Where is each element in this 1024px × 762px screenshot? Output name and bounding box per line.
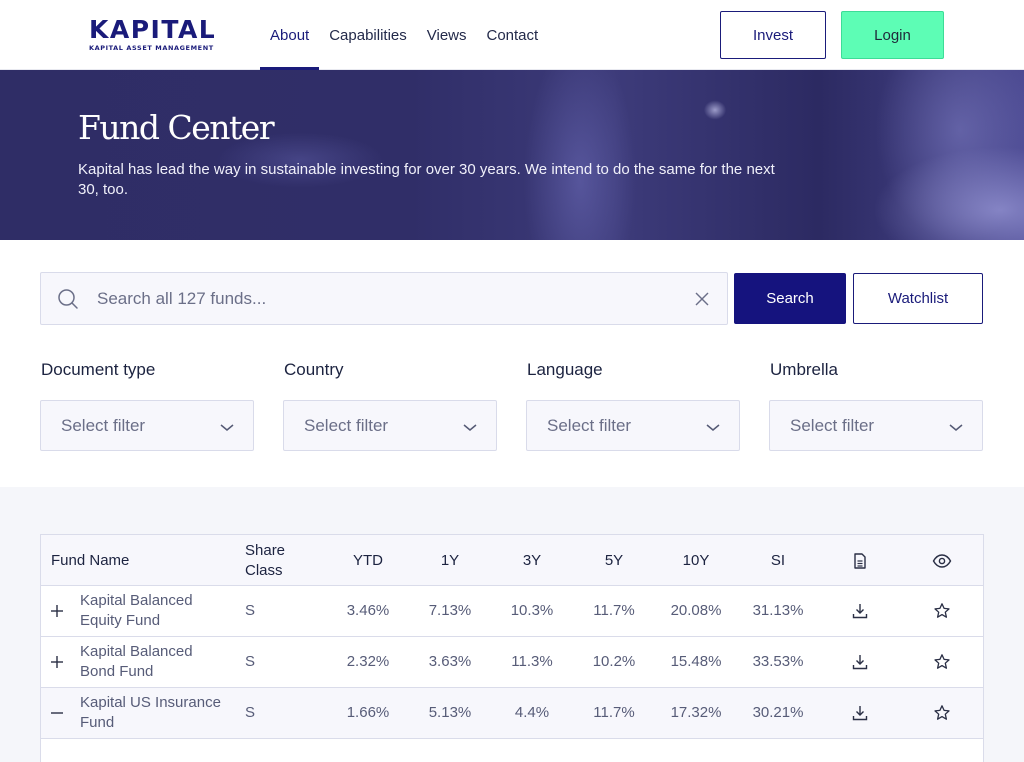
- 5y-value: 10.2%: [592, 653, 636, 670]
- country-select[interactable]: Select filter: [283, 400, 497, 451]
- fund-name[interactable]: Kapital US Insurance Fund: [80, 688, 235, 738]
- hero-banner: Fund Center Kapital has lead the way in …: [0, 70, 1024, 240]
- watchlist-button[interactable]: Watchlist: [853, 273, 983, 324]
- site-header: KAPITAL KAPITAL ASSET MANAGEMENT About C…: [0, 0, 1024, 70]
- table-header: Fund Name Share Class YTD 1Y 3Y 5Y 10Y S…: [41, 535, 983, 586]
- select-value: Select filter: [790, 416, 875, 435]
- star-icon[interactable]: [933, 602, 951, 620]
- share-class: S: [245, 602, 256, 619]
- search-button[interactable]: Search: [734, 273, 846, 324]
- column-header-3y[interactable]: 3Y: [491, 535, 573, 586]
- page-title: Fund Center: [78, 108, 275, 147]
- column-header-ytd[interactable]: YTD: [327, 535, 409, 586]
- document-icon: [854, 553, 866, 569]
- download-icon[interactable]: [851, 704, 869, 722]
- fund-name[interactable]: Kapital Balanced Equity Fund: [80, 586, 230, 636]
- column-header-share-class[interactable]: Share Class: [245, 535, 305, 586]
- umbrella-select[interactable]: Select filter: [769, 400, 983, 451]
- column-header-5y[interactable]: 5Y: [573, 535, 655, 586]
- share-class: S: [245, 653, 256, 670]
- search-icon: [58, 289, 78, 309]
- chevron-down-icon: [463, 424, 477, 431]
- 1y-value: 7.13%: [428, 602, 472, 619]
- si-value: 31.13%: [752, 602, 804, 619]
- chevron-down-icon: [706, 424, 720, 431]
- logo-wordmark: KAPITAL: [89, 15, 217, 44]
- select-value: Select filter: [304, 416, 389, 435]
- 10y-value: 15.48%: [670, 653, 722, 670]
- ytd-value: 1.66%: [346, 704, 390, 721]
- plus-icon[interactable]: [49, 654, 65, 670]
- plus-icon[interactable]: [49, 603, 65, 619]
- filter-label: Language: [527, 360, 603, 379]
- 3y-value: 4.4%: [514, 704, 550, 721]
- si-value: 30.21%: [752, 704, 804, 721]
- 5y-value: 11.7%: [593, 602, 635, 619]
- nav-item-contact[interactable]: Contact: [477, 0, 549, 70]
- eye-icon: [932, 554, 952, 568]
- table-row[interactable]: Kapital Balanced Bond Fund S 2.32% 3.63%…: [41, 637, 983, 688]
- logo-tagline: KAPITAL ASSET MANAGEMENT: [89, 44, 214, 52]
- document-type-select[interactable]: Select filter: [40, 400, 254, 451]
- star-icon[interactable]: [933, 704, 951, 722]
- chevron-down-icon: [949, 424, 963, 431]
- filter-label: Country: [284, 360, 344, 379]
- nav-item-capabilities[interactable]: Capabilities: [319, 0, 417, 70]
- nav-item-views[interactable]: Views: [417, 0, 477, 70]
- column-header-si[interactable]: SI: [737, 535, 819, 586]
- si-value: 33.53%: [752, 653, 804, 670]
- share-class: S: [245, 704, 256, 721]
- column-header-10y[interactable]: 10Y: [655, 535, 737, 586]
- select-value: Select filter: [61, 416, 146, 435]
- filter-label: Umbrella: [770, 360, 839, 379]
- column-header-fund-name[interactable]: Fund Name: [51, 535, 231, 586]
- language-select[interactable]: Select filter: [526, 400, 740, 451]
- main-nav: About Capabilities Views Contact: [260, 0, 548, 70]
- download-icon[interactable]: [851, 602, 869, 620]
- nav-item-about[interactable]: About: [260, 0, 320, 70]
- login-button[interactable]: Login: [841, 11, 944, 59]
- search-input[interactable]: [97, 273, 677, 324]
- 10y-value: 17.32%: [670, 704, 722, 721]
- 5y-value: 11.7%: [593, 704, 635, 721]
- invest-button[interactable]: Invest: [720, 11, 826, 59]
- clear-icon[interactable]: [693, 290, 711, 308]
- fund-name[interactable]: Kapital Balanced Bond Fund: [80, 637, 230, 687]
- filter-label: Document type: [41, 360, 156, 379]
- table-row[interactable]: Kapital US Insurance Fund S 1.66% 5.13% …: [41, 688, 983, 739]
- ytd-value: 3.46%: [346, 602, 390, 619]
- star-icon[interactable]: [933, 653, 951, 671]
- column-header-1y[interactable]: 1Y: [409, 535, 491, 586]
- hero-description: Kapital has lead the way in sustainable …: [78, 161, 775, 198]
- kapital-logo[interactable]: KAPITAL KAPITAL ASSET MANAGEMENT: [89, 15, 217, 53]
- select-value: Select filter: [547, 416, 632, 435]
- 3y-value: 10.3%: [510, 602, 554, 619]
- fund-table: Fund Name Share Class YTD 1Y 3Y 5Y 10Y S…: [40, 534, 984, 762]
- 1y-value: 5.13%: [428, 704, 472, 721]
- 10y-value: 20.08%: [670, 602, 722, 619]
- table-row[interactable]: Kapital Balanced Equity Fund S 3.46% 7.1…: [41, 586, 983, 637]
- chevron-down-icon: [220, 424, 234, 431]
- search-bar: [40, 272, 728, 325]
- download-icon[interactable]: [851, 653, 869, 671]
- filter-umbrella: Umbrella Select filter: [769, 358, 983, 451]
- filter-language: Language Select filter: [526, 358, 740, 451]
- 1y-value: 3.63%: [428, 653, 472, 670]
- filter-document-type: Document type Select filter: [40, 358, 254, 451]
- minus-icon[interactable]: [49, 705, 65, 721]
- 3y-value: 11.3%: [511, 653, 553, 670]
- ytd-value: 2.32%: [346, 653, 390, 670]
- filter-country: Country Select filter: [283, 358, 497, 451]
